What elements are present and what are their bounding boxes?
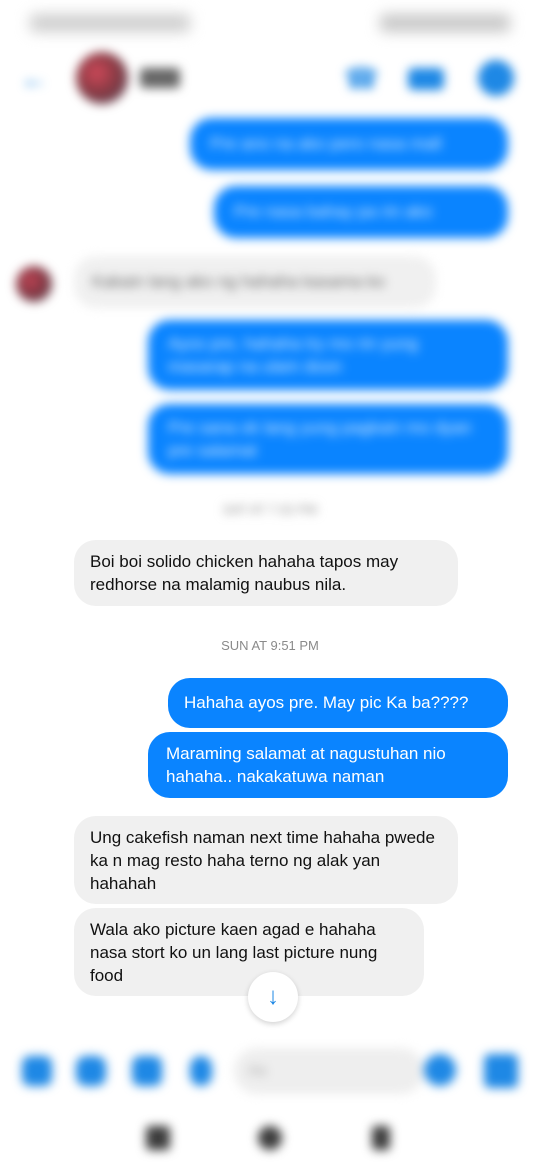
contact-avatar[interactable]	[76, 52, 128, 104]
phone-icon[interactable]: ☎	[344, 62, 379, 96]
menu-icon[interactable]	[22, 1056, 52, 1086]
message-sent[interactable]: Maraming salamat at nagustuhan nio hahah…	[148, 732, 508, 798]
info-icon[interactable]	[478, 60, 514, 96]
message-text: Wala ako picture kaen agad e hahaha nasa…	[90, 920, 378, 985]
video-camera-icon[interactable]	[408, 68, 444, 90]
message-text: Hahaha ayos pre. May pic Ka ba????	[184, 693, 469, 712]
message-sent[interactable]: Pre nasa bahay pa rin ako	[214, 186, 508, 238]
message-input[interactable]: Aa	[234, 1048, 424, 1094]
message-sent[interactable]: Hahaha ayos pre. May pic Ka ba????	[168, 678, 508, 728]
timestamp: SAT AT 7:32 PM	[222, 502, 318, 517]
home-icon[interactable]	[258, 1126, 282, 1150]
message-sent[interactable]: Pre sana ok lang yung pagkain mo dyan pr…	[148, 404, 508, 474]
message-text: Ayos pre, hahaha try mo rin yung masarap…	[168, 334, 419, 376]
status-bar	[0, 0, 540, 50]
message-received[interactable]: Kakain lang ako ng hahaha kasama ko	[74, 256, 436, 308]
message-received[interactable]: Ung cakefish naman next time hahaha pwed…	[74, 816, 458, 904]
arrow-down-icon: ↓	[267, 983, 279, 1010]
message-sent[interactable]: Ayos pre, hahaha try mo rin yung masarap…	[148, 320, 508, 390]
like-icon[interactable]	[484, 1054, 518, 1088]
recent-apps-icon[interactable]	[146, 1126, 170, 1150]
message-sent[interactable]: Pre ano na ako pero nasa mall	[190, 118, 508, 170]
microphone-icon[interactable]	[190, 1056, 212, 1086]
message-received[interactable]: Wala ako picture kaen agad e hahaha nasa…	[74, 908, 424, 996]
back-arrow-icon[interactable]: ←	[20, 64, 50, 94]
emoji-icon[interactable]	[424, 1054, 456, 1086]
message-text: Boi boi solido chicken hahaha tapos may …	[90, 552, 399, 594]
message-text: Maraming salamat at nagustuhan nio hahah…	[166, 744, 446, 786]
status-icons	[380, 14, 510, 32]
chat-header: ← ☎	[0, 50, 540, 110]
scroll-down-button[interactable]: ↓	[248, 972, 298, 1022]
contact-name[interactable]	[140, 68, 180, 88]
message-composer: Aa	[0, 1040, 540, 1104]
camera-icon[interactable]	[76, 1056, 106, 1086]
system-nav-bar	[0, 1110, 540, 1170]
message-text: Kakain lang ako ng hahaha kasama ko	[92, 272, 385, 291]
back-icon[interactable]	[372, 1126, 390, 1150]
message-text: Pre nasa bahay pa rin ako	[234, 202, 433, 221]
message-text: Ung cakefish naman next time hahaha pwed…	[90, 828, 435, 893]
message-text: Pre sana ok lang yung pagkain mo dyan pr…	[168, 418, 472, 460]
message-input-placeholder: Aa	[248, 1062, 267, 1079]
gallery-icon[interactable]	[132, 1056, 162, 1086]
message-text: Pre ano na ako pero nasa mall	[210, 134, 442, 153]
message-received[interactable]: Boi boi solido chicken hahaha tapos may …	[74, 540, 458, 606]
sender-avatar[interactable]	[16, 266, 52, 302]
timestamp: SUN AT 9:51 PM	[221, 638, 319, 653]
status-time	[30, 14, 190, 32]
